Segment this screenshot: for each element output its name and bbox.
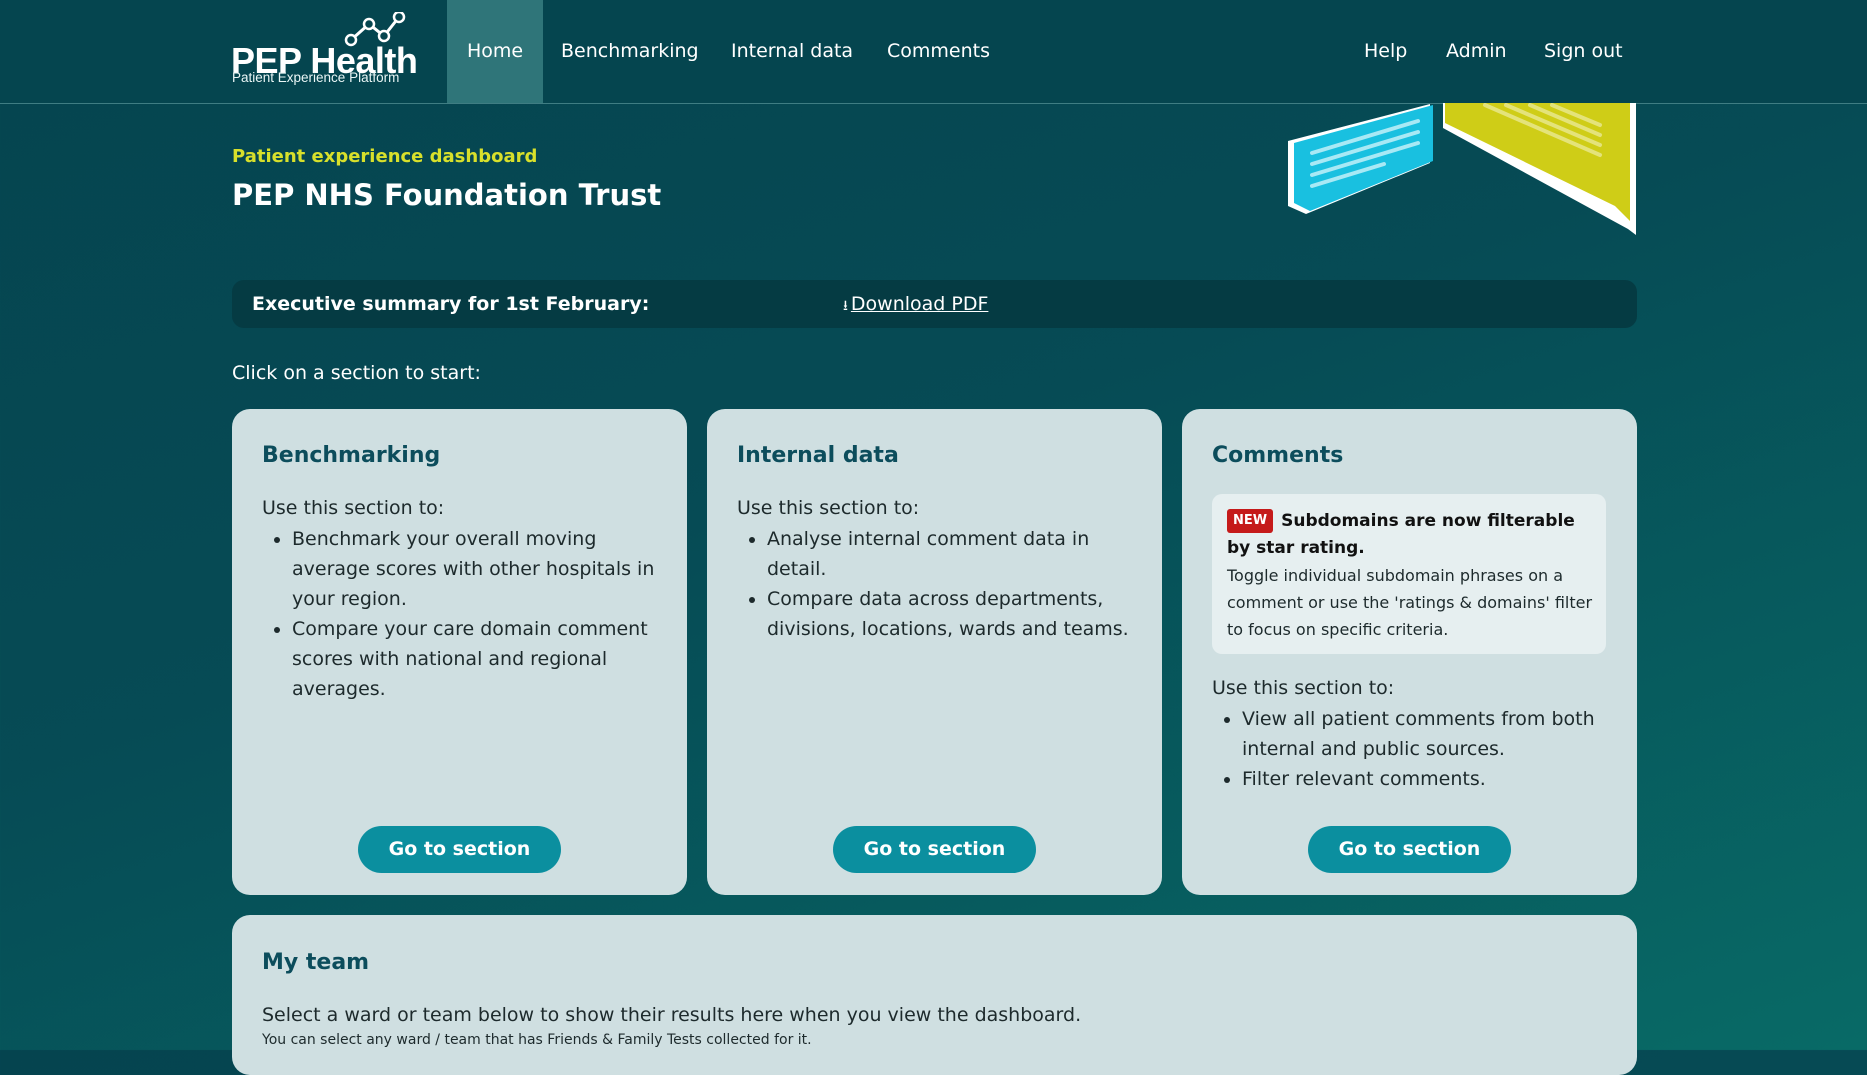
card-intro: Use this section to:	[1212, 677, 1395, 699]
go-to-benchmarking-button[interactable]: Go to section	[358, 826, 561, 873]
card-bullet-list: View all patient comments from both inte…	[1212, 704, 1627, 794]
section-prompt: Click on a section to start:	[232, 362, 481, 384]
list-item: Compare your care domain comment scores …	[292, 614, 677, 704]
nav-benchmarking[interactable]: Benchmarking	[561, 0, 699, 103]
go-to-comments-button[interactable]: Go to section	[1308, 826, 1511, 873]
page-title: PEP NHS Foundation Trust	[232, 178, 662, 212]
top-navigation-bar: PEP Health Patient Experience Platform H…	[0, 0, 1867, 104]
internal-data-card: Internal data Use this section to: Analy…	[707, 409, 1162, 895]
card-title: Comments	[1212, 443, 1344, 468]
my-team-panel: My team Select a ward or team below to s…	[232, 915, 1637, 1075]
download-pdf-label: Download PDF	[850, 293, 989, 315]
dashboard-eyebrow: Patient experience dashboard	[232, 146, 538, 167]
my-team-title: My team	[262, 950, 370, 975]
benchmarking-card: Benchmarking Use this section to: Benchm…	[232, 409, 687, 895]
list-item: View all patient comments from both inte…	[1242, 704, 1627, 764]
new-feature-notice: NEW Subdomains are now filterable by star…	[1212, 494, 1606, 654]
brand-tagline: Patient Experience Platform	[232, 70, 400, 85]
nav-internal-data[interactable]: Internal data	[731, 0, 853, 103]
new-badge: NEW	[1227, 509, 1274, 533]
new-feature-title: NEW Subdomains are now filterable by star…	[1227, 508, 1587, 562]
speech-bubbles-illustration	[1288, 103, 1636, 235]
new-feature-heading: Subdomains are now filterable by star ra…	[1227, 511, 1575, 558]
nav-help[interactable]: Help	[1364, 0, 1407, 103]
nav-home[interactable]: Home	[447, 0, 544, 103]
nav-sign-out[interactable]: Sign out	[1544, 0, 1623, 103]
nav-admin[interactable]: Admin	[1446, 0, 1507, 103]
new-feature-description: Toggle individual subdomain phrases on a…	[1227, 566, 1593, 639]
list-item: Compare data across departments, divisio…	[767, 584, 1152, 644]
card-intro: Use this section to:	[262, 497, 445, 519]
pep-health-logo[interactable]: PEP Health Patient Experience Platform	[231, 12, 421, 90]
download-pdf-link[interactable]: ⭳ Download PDF	[843, 293, 988, 319]
card-title: Benchmarking	[262, 443, 441, 468]
executive-summary-bar: Executive summary for 1st February: ⭳ Dow…	[232, 280, 1637, 328]
download-icon: ⭳	[843, 298, 848, 314]
comments-card: Comments NEW Subdomains are now filterabl…	[1182, 409, 1637, 895]
list-item: Filter relevant comments.	[1242, 764, 1627, 794]
card-bullet-list: Analyse internal comment data in detail.…	[737, 524, 1152, 644]
nav-comments[interactable]: Comments	[887, 0, 990, 103]
go-to-internal-data-button[interactable]: Go to section	[833, 826, 1036, 873]
executive-summary-label: Executive summary for 1st February:	[252, 293, 650, 315]
list-item: Analyse internal comment data in detail.	[767, 524, 1152, 584]
my-team-note: You can select any ward / team that has …	[262, 1032, 812, 1048]
card-intro: Use this section to:	[737, 497, 920, 519]
card-bullet-list: Benchmark your overall moving average sc…	[262, 524, 677, 704]
list-item: Benchmark your overall moving average sc…	[292, 524, 677, 614]
my-team-description: Select a ward or team below to show thei…	[262, 1004, 1082, 1026]
card-title: Internal data	[737, 443, 899, 468]
